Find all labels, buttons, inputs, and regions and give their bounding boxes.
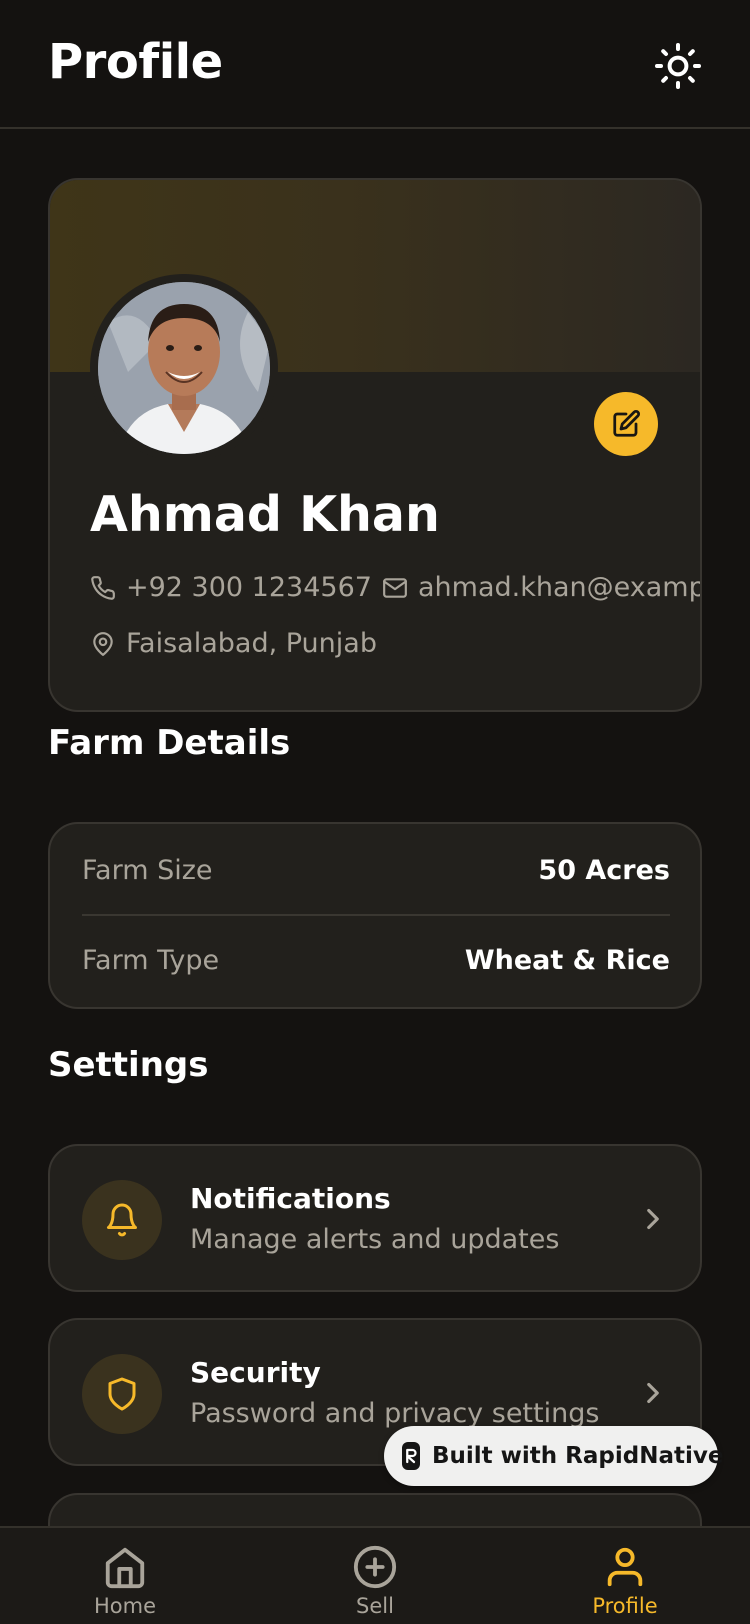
location-text: Faisalabad, Punjab bbox=[126, 628, 377, 659]
farm-size-row: Farm Size 50 Acres bbox=[82, 826, 670, 914]
notifications-icon-wrap bbox=[82, 1180, 162, 1260]
user-icon bbox=[607, 1547, 643, 1587]
mail-icon bbox=[383, 577, 407, 598]
farm-details-card: Farm Size 50 Acres Farm Type Wheat & Ric… bbox=[48, 822, 702, 1009]
sun-icon bbox=[655, 43, 701, 89]
chevron-right-icon bbox=[647, 1208, 659, 1230]
farm-type-label: Farm Type bbox=[82, 944, 220, 976]
security-title: Security bbox=[190, 1356, 321, 1389]
profile-scroll-view[interactable]: Ahmad Khan +92 300 1234567 ahmad.khan@ex… bbox=[0, 131, 750, 1526]
profile-card: Ahmad Khan +92 300 1234567 ahmad.khan@ex… bbox=[48, 178, 702, 712]
farm-size-value: 50 Acres bbox=[538, 854, 670, 886]
built-with-badge[interactable]: Built with RapidNative bbox=[384, 1426, 723, 1486]
page-title: Profile bbox=[48, 34, 223, 90]
notifications-subtitle: Manage alerts and updates bbox=[190, 1224, 560, 1255]
email-info: ahmad.khan@exampl bbox=[382, 572, 702, 603]
tab-home[interactable]: Home bbox=[45, 1528, 205, 1624]
settings-title: Settings bbox=[48, 1045, 209, 1085]
security-subtitle: Password and privacy settings bbox=[190, 1398, 600, 1429]
email-text: ahmad.khan@exampl bbox=[418, 572, 702, 603]
map-pin-icon bbox=[93, 631, 113, 656]
badge-text: Built with RapidNative bbox=[432, 1443, 724, 1469]
bottom-tab-bar: Home Sell Profile bbox=[0, 1526, 750, 1624]
farm-type-row: Farm Type Wheat & Rice bbox=[82, 916, 670, 1004]
phone-text: +92 300 1234567 bbox=[126, 572, 372, 603]
bell-icon bbox=[107, 1203, 137, 1237]
farm-details-title: Farm Details bbox=[48, 723, 291, 763]
shield-icon bbox=[108, 1377, 136, 1411]
tab-sell[interactable]: Sell bbox=[295, 1528, 455, 1624]
tab-profile[interactable]: Profile bbox=[545, 1528, 705, 1624]
avatar bbox=[98, 282, 270, 454]
tab-sell-label: Sell bbox=[356, 1594, 394, 1618]
avatar-frame bbox=[90, 274, 278, 462]
farm-type-value: Wheat & Rice bbox=[464, 944, 670, 976]
theme-toggle-button[interactable] bbox=[652, 40, 704, 92]
chevron-right-icon bbox=[647, 1382, 659, 1404]
phone-info: +92 300 1234567 bbox=[90, 572, 372, 603]
security-icon-wrap bbox=[82, 1354, 162, 1434]
user-name: Ahmad Khan bbox=[90, 486, 440, 543]
settings-item-partial[interactable] bbox=[48, 1493, 702, 1526]
home-icon bbox=[105, 1547, 145, 1589]
notifications-title: Notifications bbox=[190, 1182, 391, 1215]
phone-icon bbox=[91, 575, 115, 600]
plus-circle-icon bbox=[353, 1545, 397, 1589]
tab-profile-label: Profile bbox=[592, 1594, 658, 1618]
edit-icon bbox=[613, 409, 641, 437]
rapidnative-logo-icon bbox=[402, 1442, 420, 1470]
header: Profile bbox=[0, 0, 750, 129]
tab-home-label: Home bbox=[93, 1594, 156, 1618]
location-info: Faisalabad, Punjab bbox=[90, 628, 377, 659]
settings-item-notifications[interactable]: Notifications Manage alerts and updates bbox=[48, 1144, 702, 1292]
farm-size-label: Farm Size bbox=[82, 854, 213, 886]
edit-profile-button[interactable] bbox=[594, 392, 658, 456]
